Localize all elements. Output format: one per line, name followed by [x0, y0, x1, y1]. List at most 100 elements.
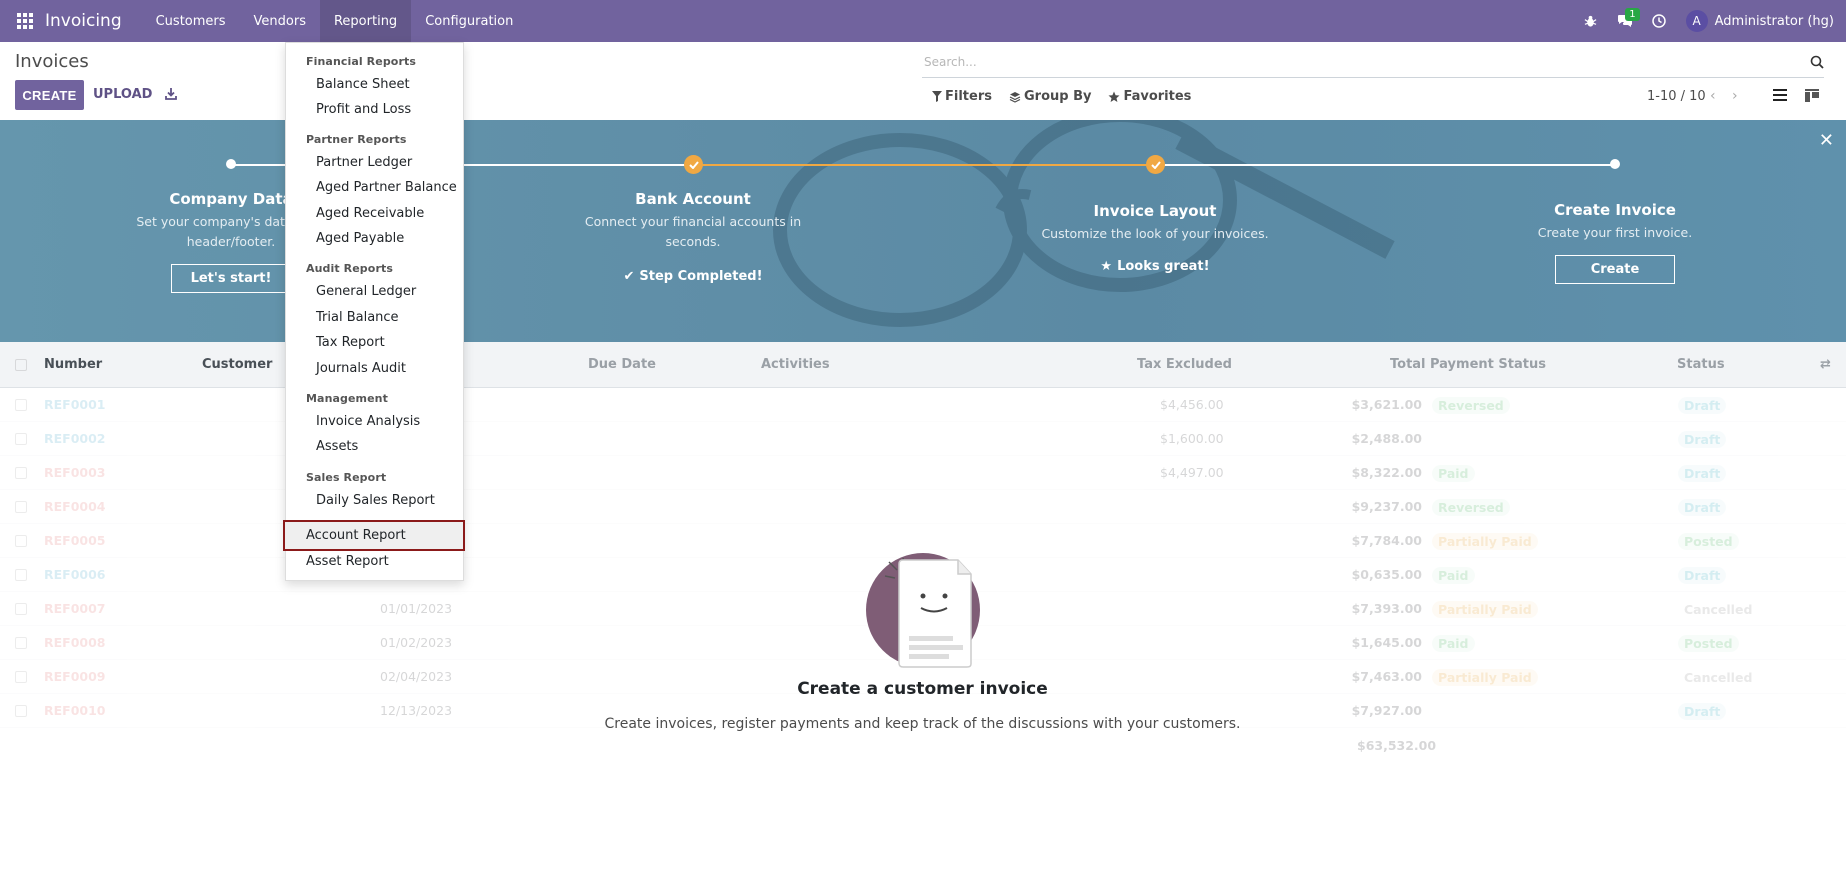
row-checkbox[interactable] [15, 467, 27, 479]
table-row[interactable]: REF0003 $4,497.00 $8,322.00 Paid Draft [0, 456, 1846, 490]
step-invoice-layout: Invoice Layout Customize the look of you… [995, 120, 1315, 274]
payment-status-badge: Paid [1432, 635, 1475, 652]
table-row[interactable]: REF0002In 15 days$1,600.00$2,488.00Draft [0, 422, 1846, 456]
invoice-number[interactable]: REF0008 [44, 635, 106, 650]
table-row[interactable]: REF0001 $4,456.00 $3,621.00 Reversed Draft [0, 388, 1846, 422]
menu-item-account-report[interactable]: Account Report [306, 528, 406, 543]
menu-item-aged-payable[interactable]: Aged Payable [316, 231, 404, 246]
download-icon[interactable] [164, 87, 178, 105]
invoice-number[interactable]: REF0007 [44, 601, 106, 616]
apps-menu-icon[interactable] [17, 13, 33, 29]
kanban-view-icon[interactable] [1805, 89, 1819, 106]
step-title: Create Invoice [1554, 201, 1676, 219]
filters-label: Filters [945, 89, 992, 104]
invoice-number[interactable]: REF0002 [44, 431, 106, 446]
col-customer[interactable]: Customer [202, 357, 272, 372]
invoice-total: $2,488.00 [1351, 431, 1422, 446]
filters-button[interactable]: Filters [932, 89, 992, 104]
chevron-right-icon[interactable]: › [1732, 88, 1738, 104]
invoice-number[interactable]: REF0006 [44, 567, 106, 582]
col-tax-excluded[interactable]: Tax Excluded [1137, 357, 1232, 372]
menu-item-aged-receivable[interactable]: Aged Receivable [316, 206, 424, 221]
menu-vendors[interactable]: Vendors [240, 0, 320, 42]
step-create-invoice: Create Invoice Create your first invoice… [1455, 120, 1775, 284]
filter-icon [932, 91, 942, 102]
user-menu[interactable]: Administrator (hg) [1715, 14, 1834, 29]
menu-item-aged-partner-balance[interactable]: Aged Partner Balance [316, 180, 457, 195]
row-checkbox[interactable] [15, 501, 27, 513]
groupby-button[interactable]: Group By [1009, 89, 1091, 104]
groupby-label: Group By [1023, 89, 1092, 104]
row-checkbox[interactable] [15, 671, 27, 683]
step-desc: Create your first invoice. [1537, 225, 1693, 240]
menu-configuration[interactable]: Configuration [411, 0, 527, 42]
col-total[interactable]: Total [1390, 357, 1426, 372]
table-row[interactable]: REF0004 $9,237.00 Reversed Draft [0, 490, 1846, 524]
close-icon[interactable]: ✕ [1819, 130, 1834, 151]
menu-reporting[interactable]: Reporting [319, 0, 412, 42]
row-checkbox[interactable] [15, 637, 27, 649]
clock-icon[interactable] [1642, 0, 1676, 42]
menu-customers[interactable]: Customers [142, 0, 240, 42]
invoice-number[interactable]: REF0010 [44, 703, 106, 718]
menu-item-invoice-analysis[interactable]: Invoice Analysis [316, 414, 420, 429]
list-view-icon[interactable] [1773, 89, 1787, 105]
row-checkbox[interactable] [15, 603, 27, 615]
pager-value[interactable]: 1-10 / 10 [1647, 89, 1706, 104]
menu-item-assets[interactable]: Assets [316, 439, 358, 454]
invoice-total: $7,393.00 [1351, 601, 1422, 616]
chat-icon[interactable]: 1 [1608, 0, 1642, 42]
row-checkbox[interactable] [15, 433, 27, 445]
menu-item-tax-report[interactable]: Tax Report [316, 335, 385, 350]
select-all-checkbox[interactable] [15, 359, 27, 371]
menu-item-general-ledger[interactable]: General Ledger [316, 284, 416, 299]
col-activities[interactable]: Activities [761, 357, 830, 372]
section-sales-report: Sales Report [306, 471, 387, 484]
invoice-number[interactable]: REF0004 [44, 499, 106, 514]
col-status[interactable]: Status [1677, 357, 1725, 372]
row-checkbox[interactable] [15, 569, 27, 581]
invoice-number[interactable]: REF0005 [44, 533, 106, 548]
invoice-tax-excluded: $4,456.00 [1160, 397, 1224, 412]
bug-icon[interactable] [1574, 0, 1608, 42]
empty-title: Create a customer invoice [797, 679, 1048, 699]
search-input[interactable]: Search... [922, 48, 1824, 78]
status-badge: Draft [1678, 703, 1727, 720]
avatar[interactable]: A [1685, 10, 1708, 32]
col-payment-status[interactable]: Payment Status [1430, 357, 1546, 372]
app-brand[interactable]: Invoicing [45, 11, 122, 31]
invoice-total: $3,621.00 [1351, 397, 1422, 412]
invoice-number[interactable]: REF0009 [44, 669, 106, 684]
column-settings-icon[interactable]: ⇄ [1820, 357, 1831, 372]
row-checkbox[interactable] [15, 705, 27, 717]
menu-item-trial-balance[interactable]: Trial Balance [316, 310, 399, 325]
chevron-left-icon[interactable]: ‹ [1710, 88, 1716, 104]
layers-icon [1009, 91, 1021, 103]
row-checkbox[interactable] [15, 399, 27, 411]
row-checkbox[interactable] [15, 535, 27, 547]
menu-item-profit-and-loss[interactable]: Profit and Loss [316, 102, 411, 117]
menu-item-asset-report[interactable]: Asset Report [306, 554, 389, 569]
status-badge: Draft [1678, 397, 1727, 414]
invoice-number[interactable]: REF0003 [44, 465, 106, 480]
menu-item-journals-audit[interactable]: Journals Audit [316, 361, 406, 376]
step-bank-account: Bank Account Connect your financial acco… [533, 120, 853, 284]
upload-button[interactable]: UPLOAD [93, 87, 152, 102]
looks-great-label: ★ Looks great! [1100, 259, 1209, 274]
col-due-date[interactable]: Due Date [588, 357, 656, 372]
status-badge: Draft [1678, 465, 1727, 482]
lets-start-button[interactable]: Let's start! [171, 264, 291, 293]
invoice-number[interactable]: REF0001 [44, 397, 106, 412]
create-invoice-button[interactable]: Create [1555, 255, 1675, 284]
search-icon[interactable] [1810, 55, 1824, 73]
menu-item-balance-sheet[interactable]: Balance Sheet [316, 77, 410, 92]
menu-item-partner-ledger[interactable]: Partner Ledger [316, 155, 412, 170]
menu-item-daily-sales-report[interactable]: Daily Sales Report [316, 493, 435, 508]
status-badge: Posted [1678, 533, 1739, 550]
section-partner-reports: Partner Reports [306, 133, 407, 146]
status-badge: Cancelled [1678, 669, 1759, 686]
invoice-due-date: 01/02/2023 [380, 635, 453, 650]
create-button[interactable]: CREATE [15, 80, 84, 110]
col-number[interactable]: Number [44, 357, 102, 372]
favorites-button[interactable]: Favorites [1108, 89, 1191, 104]
